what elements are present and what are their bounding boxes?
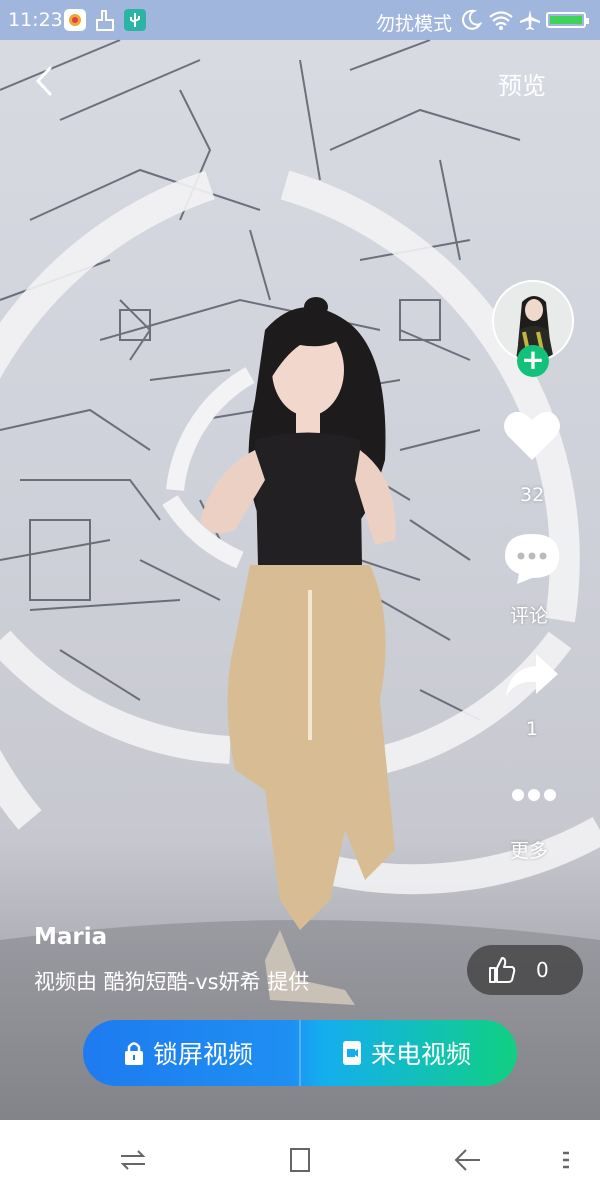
share-count: 1: [526, 718, 539, 740]
moon-icon: [458, 7, 484, 33]
thumbs-up-icon: [489, 957, 516, 983]
lockscreen-video-button[interactable]: 锁屏视频: [83, 1020, 299, 1086]
lock-icon: [125, 1042, 143, 1065]
status-time: 11:23: [8, 9, 63, 31]
phone-video-icon: [343, 1041, 361, 1065]
share-button[interactable]: [492, 652, 572, 702]
back-nav-icon[interactable]: [452, 1146, 482, 1174]
clean-notification-icon: [92, 7, 118, 33]
video-credit: 视频由 酷狗短酷-vs妍希 提供: [34, 970, 310, 994]
heart-icon: [504, 411, 560, 460]
home-icon[interactable]: [285, 1146, 315, 1174]
like-button[interactable]: [492, 408, 572, 464]
chevron-left-icon: [35, 66, 52, 96]
set-video-button-group: 锁屏视频 来电视频: [83, 1020, 517, 1086]
share-icon: [506, 654, 558, 696]
airplane-icon: [517, 7, 543, 33]
like-pill-button[interactable]: 0: [467, 945, 583, 995]
lockscreen-video-label: 锁屏视频: [153, 1040, 254, 1069]
app-notification-icon: [62, 7, 88, 33]
usb-icon: [122, 7, 148, 33]
like-count: 32: [520, 484, 545, 506]
more-button[interactable]: [492, 780, 572, 810]
status-bar: 11:23 勿扰模式: [0, 0, 600, 40]
preview-button[interactable]: 预览: [498, 66, 546, 101]
back-button[interactable]: [28, 60, 62, 102]
incoming-call-video-button[interactable]: 来电视频: [301, 1020, 517, 1086]
more-dots-icon: [512, 789, 556, 801]
comment-label: 评论: [510, 605, 549, 627]
like-pill-count: 0: [536, 958, 549, 982]
dnd-label: 勿扰模式: [376, 13, 453, 35]
menu-icon[interactable]: [555, 1146, 575, 1174]
more-label: 更多: [510, 840, 549, 862]
incoming-call-video-label: 来电视频: [371, 1040, 472, 1069]
wifi-icon: [487, 7, 515, 33]
comment-button[interactable]: [492, 532, 572, 588]
follow-button[interactable]: +: [517, 345, 549, 377]
username[interactable]: Maria: [34, 924, 107, 950]
switch-apps-icon[interactable]: [118, 1146, 148, 1174]
battery-icon: [546, 12, 589, 28]
comment-icon: [505, 534, 559, 584]
